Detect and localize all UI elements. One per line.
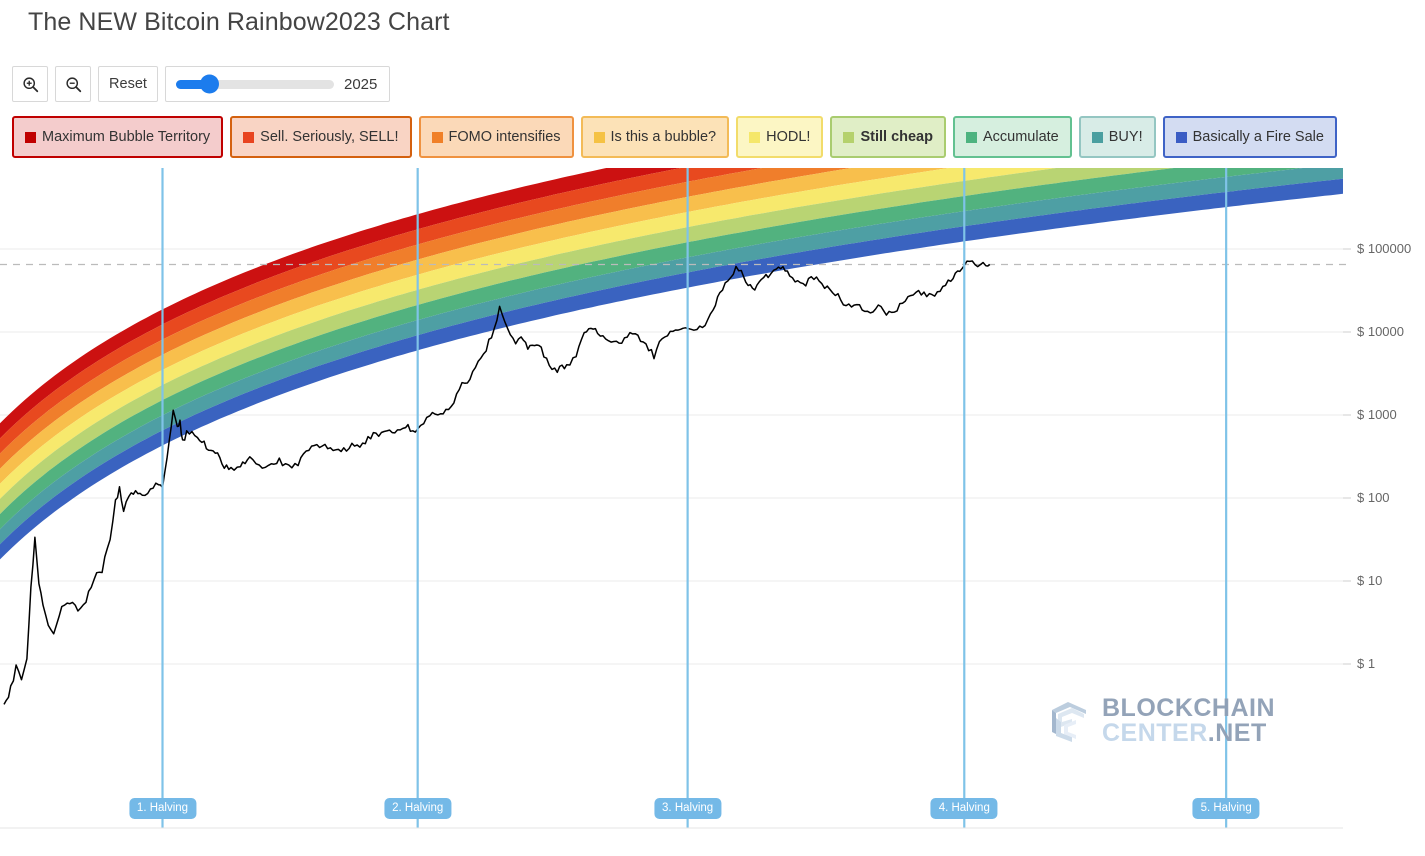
legend-swatch-icon	[1091, 131, 1103, 143]
legend-item-label: Is this a bubble?	[610, 129, 717, 145]
rainbow-band-legend: Maximum Bubble Territory Sell. Seriously,…	[12, 116, 1337, 158]
bitcoin-rainbow-chart-page: The NEW Bitcoin Rainbow2023 Chart Reset	[0, 0, 1425, 856]
zoom-out-button[interactable]	[55, 66, 91, 102]
y-axis-tick-label: $ 10000	[1357, 324, 1404, 339]
legend-item-label: Accumulate	[982, 129, 1059, 145]
legend-item-5[interactable]: Still cheap	[830, 116, 946, 158]
y-axis-tick-label: $ 10	[1357, 573, 1383, 588]
legend-item-2[interactable]: FOMO intensifies	[418, 116, 574, 158]
legend-item-1[interactable]: Sell. Seriously, SELL!	[230, 116, 412, 158]
year-slider-thumb[interactable]	[200, 74, 220, 94]
year-slider-value: 2025	[344, 75, 378, 93]
legend-item-label: Sell. Seriously, SELL!	[260, 129, 399, 145]
legend-item-3[interactable]: Is this a bubble?	[580, 116, 730, 158]
legend-swatch-icon	[843, 131, 855, 143]
legend-swatch-icon	[1175, 131, 1187, 143]
halving-marker-5[interactable]: 5. Halving	[1192, 798, 1260, 819]
legend-item-label: HODL!	[766, 129, 811, 145]
y-axis-tick-label: $ 100000	[1357, 241, 1412, 256]
rainbow-bands	[0, 168, 1343, 560]
legend-swatch-icon	[749, 131, 761, 143]
magnifier-minus-icon	[65, 76, 81, 92]
year-slider-container[interactable]: 2025	[165, 66, 391, 102]
page-title: The NEW Bitcoin Rainbow2023 Chart	[28, 8, 450, 36]
y-axis-tick-label: $ 1000	[1357, 407, 1397, 422]
legend-item-label: FOMO intensifies	[448, 129, 561, 145]
halving-marker-3[interactable]: 3. Halving	[654, 798, 722, 819]
legend-item-label: Basically a Fire Sale	[1192, 129, 1324, 145]
legend-swatch-icon	[593, 131, 605, 143]
magnifier-plus-icon	[22, 76, 38, 92]
legend-item-4[interactable]: HODL!	[736, 116, 824, 158]
legend-item-8[interactable]: Basically a Fire Sale	[1162, 116, 1337, 158]
legend-item-7[interactable]: BUY!	[1078, 116, 1156, 158]
legend-item-label: BUY!	[1108, 129, 1143, 145]
legend-item-label: Still cheap	[860, 129, 933, 145]
legend-item-0[interactable]: Maximum Bubble Territory	[12, 116, 224, 158]
legend-item-label: Maximum Bubble Territory	[42, 129, 211, 145]
y-axis-tick-label: $ 100	[1357, 490, 1390, 505]
legend-swatch-icon	[25, 131, 36, 143]
reset-button[interactable]: Reset	[98, 66, 158, 102]
halving-marker-2[interactable]: 2. Halving	[384, 798, 452, 819]
legend-swatch-icon	[965, 131, 977, 143]
legend-swatch-icon	[243, 131, 255, 143]
year-slider-track[interactable]	[176, 74, 334, 94]
halving-marker-1[interactable]: 1. Halving	[128, 798, 197, 819]
legend-item-6[interactable]: Accumulate	[952, 116, 1072, 158]
rainbow-chart-svg	[0, 168, 1351, 829]
legend-swatch-icon	[431, 131, 443, 143]
zoom-in-button[interactable]	[12, 66, 48, 102]
chart-toolbar: Reset 2025	[12, 66, 391, 102]
chart-plot-area: $ 1 $ 10 $ 100 $ 1000 $ 10000 $ 100000 1. Halv…	[0, 168, 1425, 856]
y-axis-tick-label: $ 1	[1357, 656, 1376, 671]
halving-marker-4[interactable]: 4. Halving	[930, 798, 998, 819]
